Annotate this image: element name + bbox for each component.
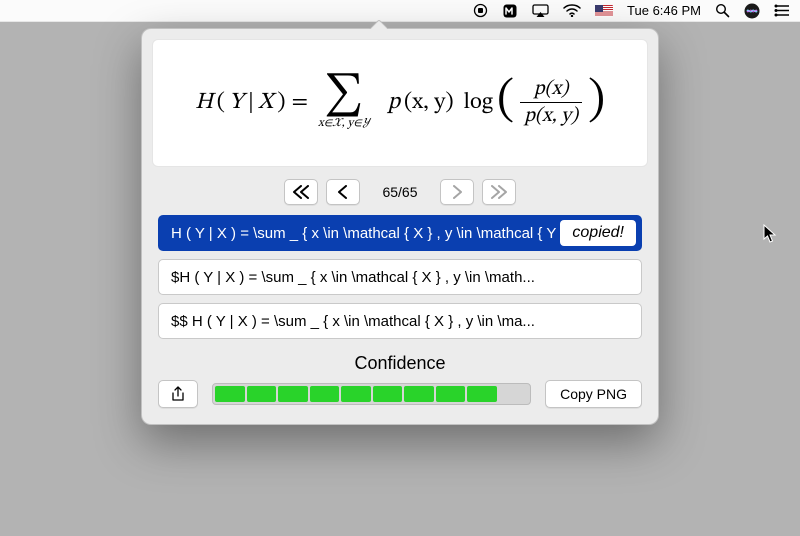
frac-den: p(x, y) xyxy=(520,102,582,127)
math-bar: | xyxy=(248,88,254,117)
mouse-cursor xyxy=(763,224,777,247)
rendered-formula-area: H ( Y | X ) = ∑ x∈𝒳, y∈𝒴 p (x, y) log ( … xyxy=(152,39,648,167)
siri-icon[interactable] xyxy=(744,0,760,22)
confidence-segment xyxy=(404,386,434,402)
page-counter: 65/65 xyxy=(368,184,432,200)
record-icon[interactable] xyxy=(473,0,488,22)
sum-subscript: x∈𝒳, y∈𝒴 xyxy=(318,117,370,129)
confidence-meter xyxy=(212,383,531,405)
confidence-segment xyxy=(278,386,308,402)
mathpix-menubar-icon[interactable] xyxy=(502,0,518,22)
copy-png-button[interactable]: Copy PNG xyxy=(545,380,642,408)
confidence-segment xyxy=(436,386,466,402)
math-fraction: p(x) p(x, y) xyxy=(518,78,584,127)
airplay-icon[interactable] xyxy=(532,0,549,22)
next-button[interactable] xyxy=(440,179,474,205)
popover-footer: Copy PNG xyxy=(142,380,658,424)
menubar-clock[interactable]: Tue 6:46 PM xyxy=(627,0,701,22)
history-pager: 65/65 xyxy=(142,175,658,215)
prev-button[interactable] xyxy=(326,179,360,205)
latex-row-plain[interactable]: H ( Y | X ) = \sum _ { x \in \mathcal { … xyxy=(158,215,642,251)
notification-center-icon[interactable] xyxy=(774,0,790,22)
last-button[interactable] xyxy=(482,179,516,205)
math-x: X xyxy=(258,88,273,117)
math-y: Y xyxy=(229,88,244,117)
math-p1-args: (x, y) xyxy=(404,88,454,117)
latex-results: H ( Y | X ) = \sum _ { x \in \mathcal { … xyxy=(142,215,658,347)
confidence-segment xyxy=(341,386,371,402)
math-p1: p xyxy=(388,88,400,117)
confidence-segment xyxy=(373,386,403,402)
confidence-segment xyxy=(215,386,245,402)
copied-toast: copied! xyxy=(560,220,636,246)
math-log: log xyxy=(464,88,493,117)
confidence-label: Confidence xyxy=(142,347,658,380)
rendered-formula: H ( Y | X ) = ∑ x∈𝒳, y∈𝒴 p (x, y) log ( … xyxy=(195,77,605,129)
confidence-segment xyxy=(247,386,277,402)
confidence-segment xyxy=(499,386,529,402)
latex-row-inline[interactable]: $H ( Y | X ) = \sum _ { x \in \mathcal {… xyxy=(158,259,642,295)
first-button[interactable] xyxy=(284,179,318,205)
latex-row-text: $H ( Y | X ) = \sum _ { x \in \mathcal {… xyxy=(171,269,629,286)
confidence-segment xyxy=(310,386,340,402)
math-h: H xyxy=(195,88,213,117)
frac-num: p(x) xyxy=(530,78,573,102)
mathpix-popover: H ( Y | X ) = ∑ x∈𝒳, y∈𝒴 p (x, y) log ( … xyxy=(141,28,659,425)
wifi-icon[interactable] xyxy=(563,0,581,22)
latex-row-display[interactable]: $$ H ( Y | X ) = \sum _ { x \in \mathcal… xyxy=(158,303,642,339)
math-eq: = xyxy=(289,88,310,117)
macos-menubar: Tue 6:46 PM xyxy=(0,0,800,22)
popover-arrow xyxy=(368,19,388,29)
confidence-segment xyxy=(467,386,497,402)
spotlight-icon[interactable] xyxy=(715,0,730,22)
sum-operator: ∑ x∈𝒳, y∈𝒴 xyxy=(314,77,374,129)
share-button[interactable] xyxy=(158,380,198,408)
input-source-flag[interactable] xyxy=(595,0,613,22)
latex-row-text: $$ H ( Y | X ) = \sum _ { x \in \mathcal… xyxy=(171,313,629,330)
